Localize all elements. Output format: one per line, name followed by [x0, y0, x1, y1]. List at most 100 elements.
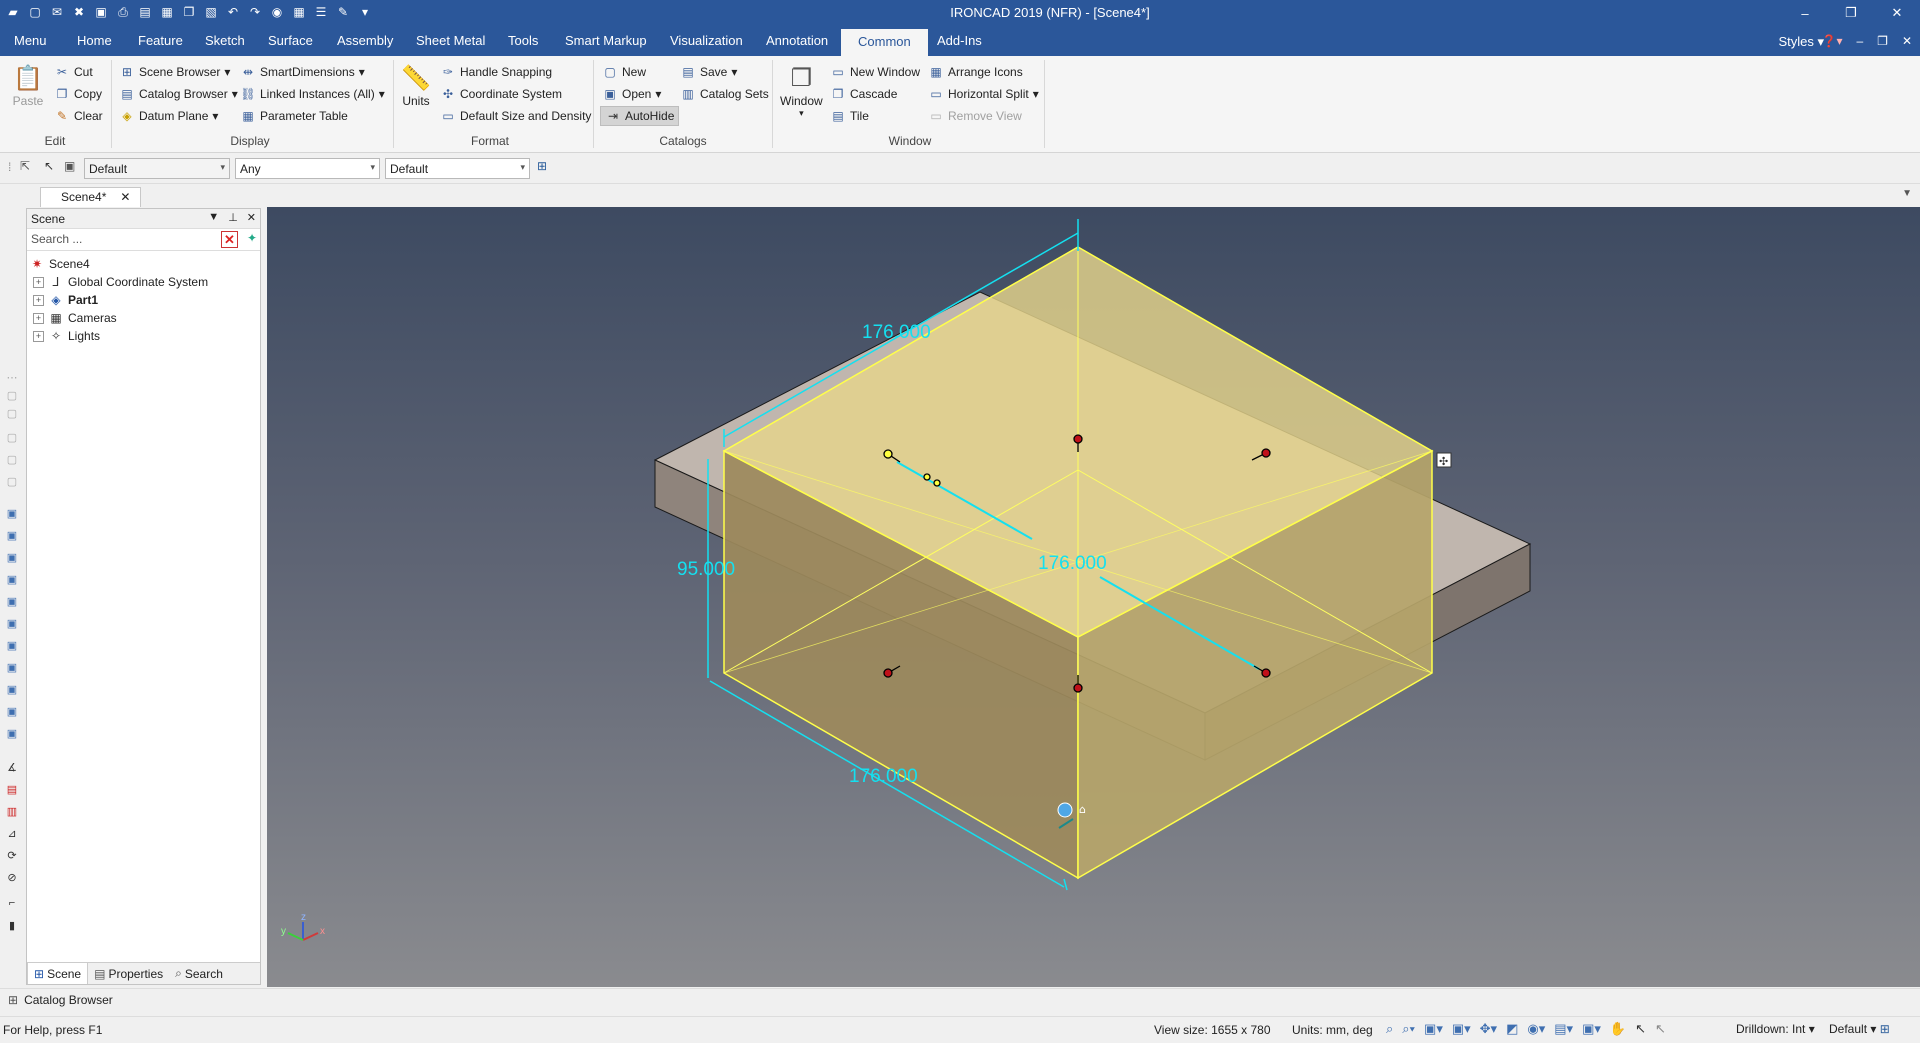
expand-icon[interactable]: +	[33, 330, 44, 342]
parameter-table-button[interactable]: ▦ Parameter Table	[240, 108, 348, 124]
remove-view-button[interactable]: ▭ Remove View	[928, 108, 1021, 124]
block-icon[interactable]: ▣	[5, 507, 19, 521]
default-combo[interactable]: Default ▾ ⊞	[1829, 1022, 1890, 1036]
zoom-icon[interactable]: ⌕	[1386, 1021, 1393, 1037]
tree-item-global-coordinate-system[interactable]: + ⅃ Global Coordinate System	[29, 273, 258, 291]
tab-visualization[interactable]: Visualization	[670, 33, 743, 48]
light-tool-icon[interactable]: ✋	[1610, 1021, 1626, 1037]
catalog-open-button[interactable]: ▣ Open ▾	[602, 86, 661, 102]
perspective-icon[interactable]: ▤▾	[1554, 1021, 1573, 1037]
anchor-icon[interactable]	[1057, 802, 1073, 818]
block-icon[interactable]: ▣	[5, 727, 19, 741]
tool-icon[interactable]: ▤	[5, 783, 19, 797]
view-cube-icon[interactable]: ▣▾	[1424, 1021, 1443, 1037]
pointer-alt-icon[interactable]: ↖	[1655, 1021, 1666, 1037]
style-combo[interactable]: Default ▾	[84, 158, 230, 179]
ribbon-restore-icon[interactable]: ❐	[1877, 34, 1888, 48]
catalog-browser-bar[interactable]: ⊞ Catalog Browser	[0, 988, 1920, 1010]
hierarchy-icon[interactable]: ⊞	[537, 159, 547, 173]
tab-annotation[interactable]: Annotation	[766, 33, 828, 48]
tree-item-lights[interactable]: + ✧ Lights	[29, 327, 258, 345]
handle-top-center[interactable]	[1073, 434, 1083, 444]
tool-icon[interactable]: ▢	[5, 389, 19, 403]
dimension-top-value[interactable]: 176.000	[862, 322, 931, 343]
new-window-button[interactable]: ▭ New Window	[830, 64, 920, 80]
doc-tab-scene4[interactable]: Scene4* ✕	[40, 187, 142, 207]
block-icon[interactable]: ▣	[5, 683, 19, 697]
angle-icon[interactable]: ⊿	[5, 827, 19, 841]
tree-item-cameras[interactable]: + ▦ Cameras	[29, 309, 258, 327]
scene-browser-button[interactable]: ⊞ Scene Browser ▾	[119, 64, 230, 80]
hierarchy-icon[interactable]: ⊞	[1880, 1022, 1890, 1036]
tab-tools[interactable]: Tools	[508, 33, 538, 48]
pointer-icon[interactable]: ↖	[44, 159, 54, 173]
walk-icon[interactable]: ✥▾	[1480, 1021, 1497, 1037]
datum-plane-button[interactable]: ◈ Datum Plane ▾	[119, 108, 218, 124]
rotate-icon[interactable]: ⟳	[5, 849, 19, 863]
block-icon[interactable]: ▣	[5, 639, 19, 653]
drilldown-combo[interactable]: Drilldown: Int ▾	[1736, 1022, 1815, 1036]
ribbon-close-icon[interactable]: ✕	[1902, 34, 1912, 48]
minimize-button[interactable]: –	[1782, 0, 1828, 26]
measure-icon[interactable]: ∡	[5, 761, 19, 775]
tab-common[interactable]: Common	[841, 29, 928, 56]
clear-button[interactable]: ✎ Clear	[54, 108, 103, 124]
block-icon[interactable]: ▣	[5, 661, 19, 675]
orbit-icon[interactable]: ⊘	[5, 871, 19, 885]
ruler-icon[interactable]: ▮	[5, 919, 19, 933]
tab-sheet-metal[interactable]: Sheet Metal	[416, 33, 485, 48]
material-combo[interactable]: Default ▾	[385, 158, 530, 179]
chevron-down-icon[interactable]: ▼	[208, 211, 219, 224]
restore-button[interactable]: ❐	[1828, 0, 1874, 26]
tab-home[interactable]: Home	[77, 33, 112, 48]
shading-icon[interactable]: ◉▾	[1527, 1021, 1545, 1037]
copy-button[interactable]: ❐ Copy	[54, 86, 102, 102]
handle-bottom-center[interactable]	[1073, 683, 1083, 693]
standard-views-icon[interactable]: ▣▾	[1452, 1021, 1471, 1037]
tile-button[interactable]: ▤ Tile	[830, 108, 869, 124]
ribbon-minimize-icon[interactable]: –	[1856, 34, 1863, 48]
pin-icon[interactable]: ⊥	[228, 211, 238, 224]
catalog-browser-button[interactable]: ▤ Catalog Browser ▾	[119, 86, 237, 102]
tab-surface[interactable]: Surface	[268, 33, 313, 48]
handle-mid[interactable]	[923, 473, 931, 481]
tab-menu[interactable]: Menu	[14, 33, 47, 48]
catalog-save-button[interactable]: ▤ Save ▾	[680, 64, 737, 80]
select-tool-icon[interactable]: ⇱	[20, 159, 30, 173]
handle-top-left[interactable]	[883, 449, 893, 459]
tool-icon[interactable]: ▢	[5, 475, 19, 489]
pointer-icon[interactable]: ↖	[1635, 1021, 1646, 1037]
expand-icon[interactable]: +	[33, 276, 44, 288]
expand-icon[interactable]: +	[33, 294, 44, 306]
handle-bottom-left[interactable]	[883, 668, 893, 678]
doc-tab-close-icon[interactable]: ✕	[120, 190, 130, 207]
catalog-sets-button[interactable]: ▥ Catalog Sets	[680, 86, 768, 102]
default-size-button[interactable]: ▭ Default Size and Density	[440, 108, 591, 124]
smart-dimensions-button[interactable]: ⇹ SmartDimensions ▾	[240, 64, 365, 80]
tool-icon[interactable]: ▢	[5, 453, 19, 467]
tab-search[interactable]: ⌕ Search	[169, 963, 229, 984]
help-icon[interactable]: ❓▾	[1822, 34, 1843, 48]
units-button[interactable]: 📏 Units	[400, 62, 432, 109]
lock-icon[interactable]: ⌂	[1079, 803, 1086, 816]
tool-icon[interactable]: ▢	[5, 431, 19, 445]
block-icon[interactable]: ▣	[5, 529, 19, 543]
catalog-new-button[interactable]: ▢ New	[602, 64, 646, 80]
tab-assembly[interactable]: Assembly	[337, 33, 393, 48]
zoom-window-icon[interactable]: ⌕▾	[1402, 1021, 1415, 1037]
expand-icon[interactable]: +	[33, 312, 44, 324]
scene-search-input[interactable]: Search ... ✕ ✦	[27, 229, 260, 251]
block-icon[interactable]: ▣	[5, 617, 19, 631]
paste-button[interactable]: 📋 Paste	[12, 62, 44, 109]
cascade-button[interactable]: ❐ Cascade	[830, 86, 898, 102]
block-icon[interactable]: ▣	[5, 595, 19, 609]
filter-combo[interactable]: Any ▾	[235, 158, 380, 179]
tree-item-scene4[interactable]: ✷ Scene4	[29, 255, 258, 273]
handle-bottom-right[interactable]	[1261, 668, 1271, 678]
handle-top-right[interactable]	[1261, 448, 1271, 458]
horizontal-split-button[interactable]: ▭ Horizontal Split ▾	[928, 86, 1038, 102]
autohide-button[interactable]: ⇥ AutoHide	[600, 106, 680, 126]
tool-icon[interactable]: ▥	[5, 805, 19, 819]
tab-list-dropdown-icon[interactable]: ▼	[1902, 188, 1912, 199]
cut-button[interactable]: ✂ Cut	[54, 64, 93, 80]
